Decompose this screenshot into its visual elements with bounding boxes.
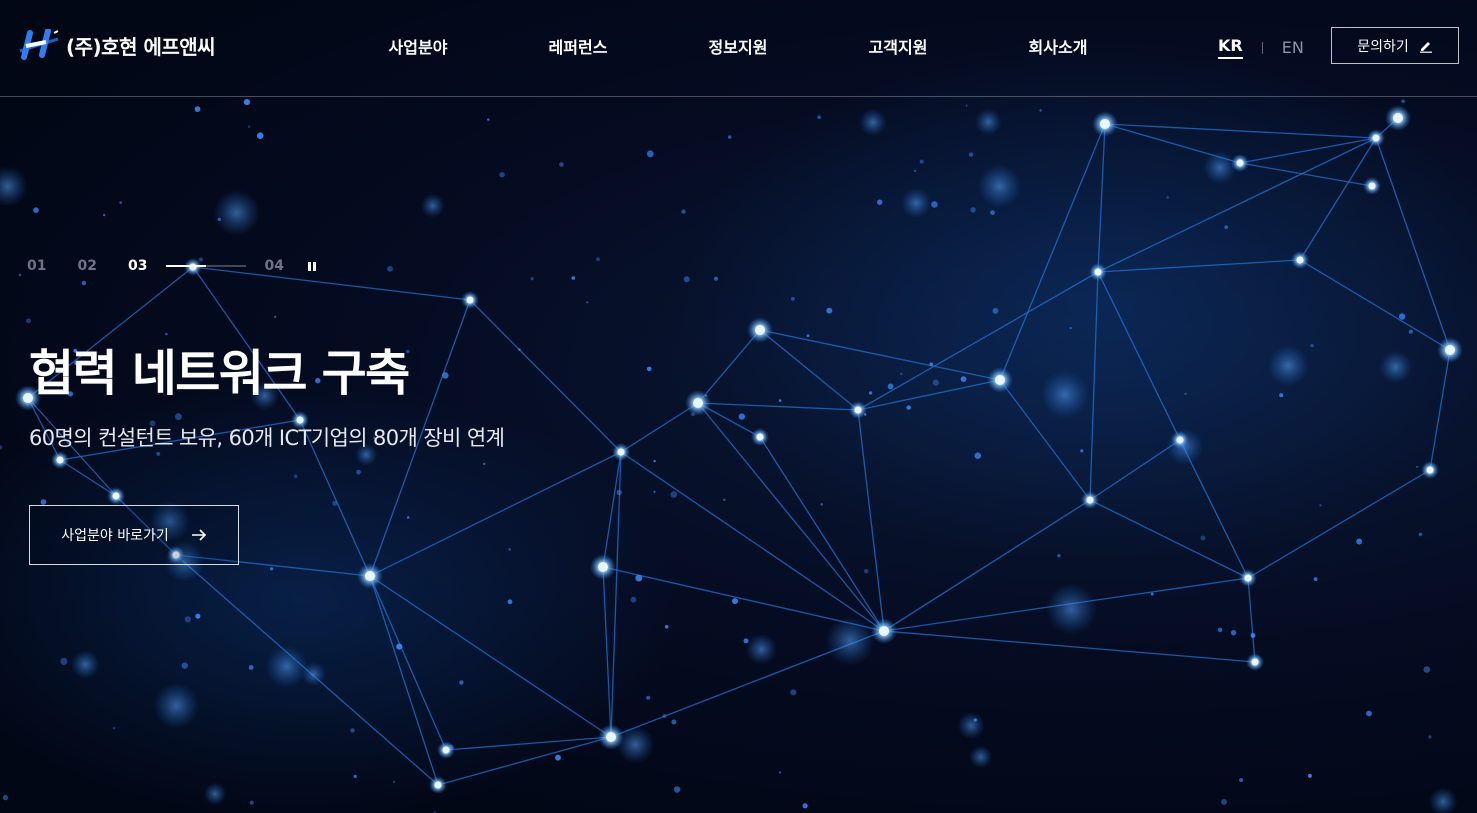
lang-en-link[interactable]: EN xyxy=(1282,38,1304,57)
slide-indicator-04[interactable]: 04 xyxy=(264,258,283,274)
lang-kr-link[interactable]: KR xyxy=(1218,36,1243,59)
hohyun-logo-icon xyxy=(19,29,59,60)
slider-pager: 01 02 03 04 xyxy=(27,258,318,274)
business-shortcut-button[interactable]: 사업분야 바로가기 xyxy=(29,505,239,565)
inquiry-button-label: 문의하기 xyxy=(1357,38,1409,55)
nav-item-customer-support[interactable]: 고객지원 xyxy=(818,34,978,58)
hero-page: (주)호현 에프앤씨 사업분야 레퍼런스 정보지원 고객지원 회사소개 KR E… xyxy=(0,0,1477,813)
pencil-icon xyxy=(1419,41,1432,53)
nav-item-info-support[interactable]: 정보지원 xyxy=(658,34,818,58)
slide-progress-fill xyxy=(166,265,207,267)
slide-indicator-02[interactable]: 02 xyxy=(77,258,96,274)
logo-text: (주)호현 에프앤씨 xyxy=(66,34,216,59)
arrow-right-icon xyxy=(191,529,206,541)
network-background-illustration xyxy=(0,40,1477,813)
main-nav: 사업분야 레퍼런스 정보지원 고객지원 회사소개 xyxy=(338,34,1138,58)
slide-indicator-03[interactable]: 03 xyxy=(128,258,147,274)
lang-divider xyxy=(1261,41,1263,54)
hero-title: 협력 네트워크 구축 xyxy=(29,345,410,402)
slide-indicator-01[interactable]: 01 xyxy=(27,258,46,274)
logo[interactable]: (주)호현 에프앤씨 xyxy=(18,28,216,62)
nav-item-reference[interactable]: 레퍼런스 xyxy=(498,34,658,58)
hero-subtitle: 60명의 컨설턴트 보유, 60개 ICT기업의 80개 장비 연계 xyxy=(29,426,505,450)
nav-item-company[interactable]: 회사소개 xyxy=(978,34,1138,58)
slide-progress-bar xyxy=(166,265,247,267)
inquiry-button[interactable]: 문의하기 xyxy=(1331,27,1459,64)
pause-icon[interactable] xyxy=(306,260,318,272)
language-switcher: KR EN xyxy=(1218,36,1304,59)
cta-label: 사업분야 바로가기 xyxy=(61,528,169,544)
nav-item-business[interactable]: 사업분야 xyxy=(338,34,498,58)
site-header: (주)호현 에프앤씨 사업분야 레퍼런스 정보지원 고객지원 회사소개 KR E… xyxy=(0,0,1477,97)
